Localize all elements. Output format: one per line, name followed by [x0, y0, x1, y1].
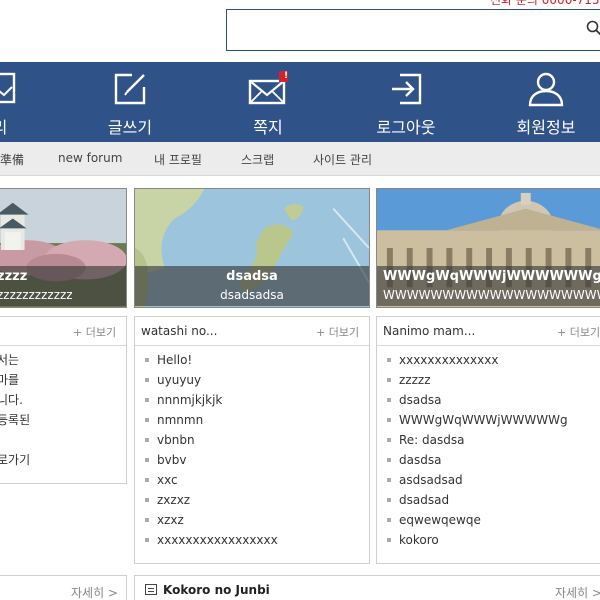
card-caption: zzzz zzzzzzzzzzzz [0, 266, 126, 306]
board-panel-nanimo: Nanimo mam... + 더보기 xxxxxxxxxxxxxx zzzzz… [376, 316, 600, 564]
panel-header: + 더보기 [0, 317, 126, 346]
panel-title[interactable]: watashi no... [141, 324, 217, 338]
nav-item-write[interactable]: 글쓰기 [70, 62, 190, 142]
nav-label: 쪽지 [253, 118, 283, 137]
gallery-card-map[interactable]: dsadsa dsadsadsa [134, 188, 370, 308]
pencil-icon [114, 73, 146, 105]
board-title[interactable]: Kokoro no Junbi [163, 583, 270, 597]
main-nav: 리 글쓰기 ! 쪽지 로그아웃 회원정보 [0, 62, 600, 142]
subnav-item-site-admin[interactable]: 사이트 관리 [313, 151, 372, 168]
card-title: WWWgWqWWWjWWWWWWgWWWWWWgW [383, 269, 600, 284]
bottom-panel-left: 자세히 > [0, 575, 127, 600]
subnav-item-junbi[interactable]: 準備 [0, 151, 24, 168]
subnav-item-scrap[interactable]: 스크랩 [241, 151, 274, 168]
board-icon [145, 584, 157, 595]
card-subtitle: WWWWWWWWWWWWWWWWWWWWWWWW [383, 288, 600, 302]
board-panel-watashi: watashi no... + 더보기 Hello! uyuyuy nnnmjk… [134, 316, 370, 564]
card-title: dsadsa [226, 269, 278, 284]
nav-item-messages[interactable]: ! 쪽지 [208, 62, 328, 142]
card-caption: WWWgWqWWWjWWWWWWgWWWWWWgW WWWWWWWWWWWWWW… [377, 266, 600, 306]
alert-badge: ! [284, 71, 289, 81]
board-panel-left: + 더보기 서는 마를 니다. 등록된 로가기 [0, 316, 127, 484]
more-link[interactable]: + 더보기 [73, 324, 116, 340]
nav-label: 회원정보 [516, 118, 576, 137]
more-link[interactable]: + 더보기 [557, 324, 600, 340]
panel-header: watashi no... + 더보기 [135, 317, 369, 346]
nav-label: 글쓰기 [107, 118, 153, 137]
nav-label: 리 [0, 114, 60, 138]
envelope-icon [248, 71, 288, 105]
card-title: zzzz [0, 269, 28, 284]
logout-icon [392, 73, 422, 105]
nav-item-profile[interactable]: 회원정보 [486, 62, 600, 142]
nav-item-gallery[interactable]: 리 [0, 62, 60, 142]
gallery-card-basilica[interactable]: WWWgWqWWWjWWWWWWgWWWWWWgW WWWWWWWWWWWWWW… [376, 188, 600, 308]
card-caption: dsadsa dsadsadsa [135, 266, 369, 306]
gallery-card-castle[interactable]: zzzz zzzzzzzzzzzz [0, 188, 127, 308]
panel-title[interactable]: Nanimo mam... [383, 324, 475, 338]
panel-header: Nanimo mam... + 더보기 [377, 317, 600, 346]
nav-item-logout[interactable]: 로그아웃 [346, 62, 466, 142]
more-link[interactable]: + 더보기 [316, 324, 359, 340]
bottom-panel-kokoro: Kokoro no Junbi 자세히 > [134, 575, 600, 600]
subnav-item-my-profile[interactable]: 내 프로필 [154, 151, 202, 168]
search-input[interactable] [226, 9, 600, 51]
contact-text: 전화 문의 0000-7154 [490, 0, 600, 7]
search-icon[interactable] [586, 20, 600, 36]
user-icon [528, 72, 564, 107]
card-subtitle: dsadsadsa [220, 288, 284, 302]
subnav-item-new-forum[interactable]: new forum [58, 151, 122, 165]
detail-link[interactable]: 자세히 > [71, 584, 118, 600]
image-icon [0, 72, 16, 104]
sub-nav: 準備 new forum 내 프로필 스크랩 사이트 관리 [0, 142, 600, 176]
nav-label: 로그아웃 [376, 118, 436, 137]
detail-link[interactable]: 자세히 > [555, 584, 600, 600]
card-subtitle: zzzzzzzzzzzz [0, 288, 73, 302]
